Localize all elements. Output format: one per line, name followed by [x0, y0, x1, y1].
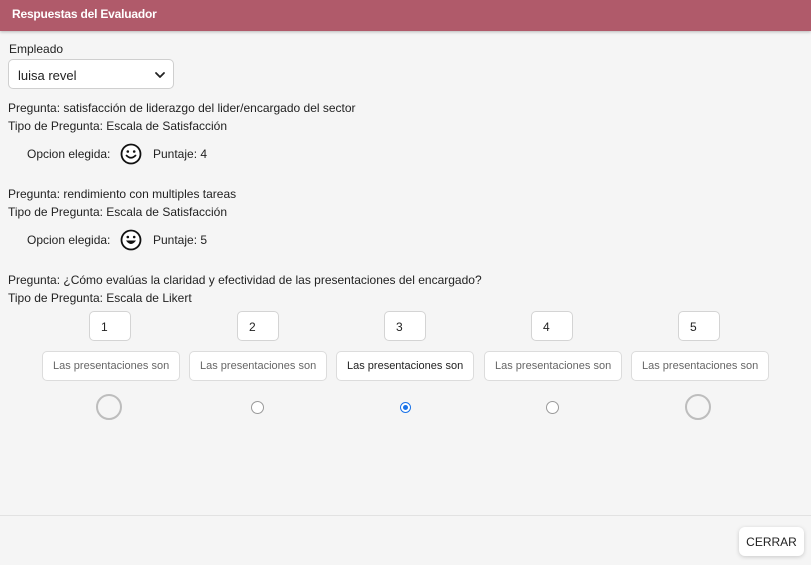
footer-divider [0, 515, 811, 516]
likert-option-3-text: Las presentaciones son [336, 351, 474, 381]
question-2-score: Puntaje: 5 [153, 233, 208, 247]
likert-number-4: 4 [531, 311, 573, 341]
likert-option-4-text: Las presentaciones son [484, 351, 622, 381]
likert-number-1: 1 [89, 311, 131, 341]
likert-number-3: 3 [384, 311, 426, 341]
likert-radio-4[interactable] [546, 401, 559, 414]
likert-radio-1[interactable] [96, 394, 122, 420]
question-1-score: Puntaje: 4 [153, 147, 208, 161]
modal-title: Respuestas del Evaluador [12, 7, 157, 21]
question-2-type: Tipo de Pregunta: Escala de Satisfacción [8, 205, 228, 219]
question-1-text: Pregunta: satisfacción de liderazgo del … [8, 101, 356, 115]
close-button[interactable]: CERRAR [739, 527, 804, 556]
likert-number-5: 5 [678, 311, 720, 341]
question-1-chosen-label: Opcion elegida: [27, 147, 111, 161]
question-3-type: Tipo de Pregunta: Escala de Likert [8, 291, 192, 305]
question-2-chosen-label: Opcion elegida: [27, 233, 111, 247]
question-3-text: Pregunta: ¿Cómo evalúas la claridad y ef… [8, 273, 482, 287]
grin-face-icon [120, 229, 142, 251]
question-1-type: Tipo de Pregunta: Escala de Satisfacción [8, 119, 228, 133]
likert-radio-2[interactable] [251, 401, 264, 414]
modal-header: Respuestas del Evaluador [0, 0, 811, 31]
likert-option-1-text: Las presentaciones son [42, 351, 180, 381]
employee-select-value: luisa revel [18, 68, 77, 83]
smile-face-icon [120, 143, 142, 165]
employee-label: Empleado [9, 42, 64, 56]
likert-number-2: 2 [237, 311, 279, 341]
employee-select[interactable]: luisa revel [8, 59, 174, 89]
likert-option-2-text: Las presentaciones son [189, 351, 327, 381]
likert-radio-5[interactable] [685, 394, 711, 420]
likert-radio-3-selected[interactable] [400, 402, 411, 413]
question-2-text: Pregunta: rendimiento con multiples tare… [8, 187, 237, 201]
likert-option-5-text: Las presentaciones son [631, 351, 769, 381]
chevron-down-icon [155, 72, 165, 78]
